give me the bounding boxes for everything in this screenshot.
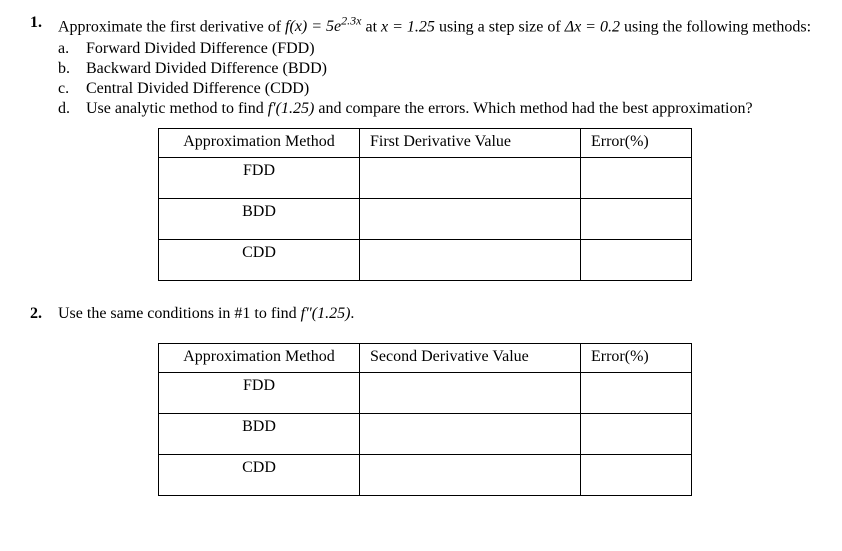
p2-bdd-value xyxy=(360,414,581,455)
p1-fdd-error xyxy=(581,158,692,199)
problem-2-number: 2. xyxy=(30,305,58,323)
problem-2-body: Use the same conditions in #1 to find f″… xyxy=(58,305,812,323)
p1-intro-1: Approximate the first derivative of xyxy=(58,18,285,35)
p2-row-cdd: CDD xyxy=(159,455,360,496)
table-row: CDD xyxy=(159,240,692,281)
p1-b-text: Backward Divided Difference (BDD) xyxy=(86,60,812,78)
p1-bdd-error xyxy=(581,199,692,240)
p1-c-letter: c. xyxy=(58,80,86,98)
p1-formula: f(x) = 5e2.3x xyxy=(285,18,361,35)
p2-bdd-error xyxy=(581,414,692,455)
p2-cdd-value xyxy=(360,455,581,496)
p1-intro-3: using a step size of xyxy=(435,18,565,35)
p1-b-letter: b. xyxy=(58,60,86,78)
p1-delta: Δx = 0.2 xyxy=(565,18,620,35)
p2-table: Approximation Method Second Derivative V… xyxy=(158,343,692,496)
problem-1-number: 1. xyxy=(30,14,58,32)
p2-table-header-row: Approximation Method Second Derivative V… xyxy=(159,344,692,373)
p1-table: Approximation Method First Derivative Va… xyxy=(158,128,692,281)
p2-fdd-value xyxy=(360,373,581,414)
p1-cdd-value xyxy=(360,240,581,281)
table-row: BDD xyxy=(159,199,692,240)
table-row: FDD xyxy=(159,373,692,414)
p1-table-header-row: Approximation Method First Derivative Va… xyxy=(159,129,692,158)
p1-bdd-value xyxy=(360,199,581,240)
p1-sublist: a. Forward Divided Difference (FDD) b. B… xyxy=(58,40,812,118)
table-row: FDD xyxy=(159,158,692,199)
p1-th-error: Error(%) xyxy=(581,129,692,158)
p1-intro-4: using the following methods: xyxy=(620,18,811,35)
p1-intro-2: at xyxy=(361,18,381,35)
p1-item-b: b. Backward Divided Difference (BDD) xyxy=(58,60,812,78)
p1-th-value: First Derivative Value xyxy=(360,129,581,158)
p2-fdd-error xyxy=(581,373,692,414)
problem-1: 1. Approximate the first derivative of f… xyxy=(30,14,812,281)
p1-c-text: Central Divided Difference (CDD) xyxy=(86,80,812,98)
p1-th-method: Approximation Method xyxy=(159,129,360,158)
p1-fdd-value xyxy=(360,158,581,199)
problem-1-header: 1. Approximate the first derivative of f… xyxy=(30,14,812,120)
problem-2: 2. Use the same conditions in #1 to find… xyxy=(30,305,812,496)
table-row: CDD xyxy=(159,455,692,496)
p1-row-fdd: FDD xyxy=(159,158,360,199)
p1-cdd-error xyxy=(581,240,692,281)
p1-item-a: a. Forward Divided Difference (FDD) xyxy=(58,40,812,58)
p2-row-bdd: BDD xyxy=(159,414,360,455)
p2-th-method: Approximation Method xyxy=(159,344,360,373)
p2-row-fdd: FDD xyxy=(159,373,360,414)
p1-item-d: d. Use analytic method to find f′(1.25) … xyxy=(58,100,812,118)
p1-row-cdd: CDD xyxy=(159,240,360,281)
p1-xval: x = 1.25 xyxy=(381,18,435,35)
p2-cdd-error xyxy=(581,455,692,496)
p1-row-bdd: BDD xyxy=(159,199,360,240)
p1-a-text: Forward Divided Difference (FDD) xyxy=(86,40,812,58)
problem-2-header: 2. Use the same conditions in #1 to find… xyxy=(30,305,812,323)
p2-th-value: Second Derivative Value xyxy=(360,344,581,373)
problem-1-body: Approximate the first derivative of f(x)… xyxy=(58,14,812,120)
p2-th-error: Error(%) xyxy=(581,344,692,373)
p1-d-text: Use analytic method to find f′(1.25) and… xyxy=(86,100,812,118)
p1-a-letter: a. xyxy=(58,40,86,58)
p1-item-c: c. Central Divided Difference (CDD) xyxy=(58,80,812,98)
table-row: BDD xyxy=(159,414,692,455)
p1-d-letter: d. xyxy=(58,100,86,118)
